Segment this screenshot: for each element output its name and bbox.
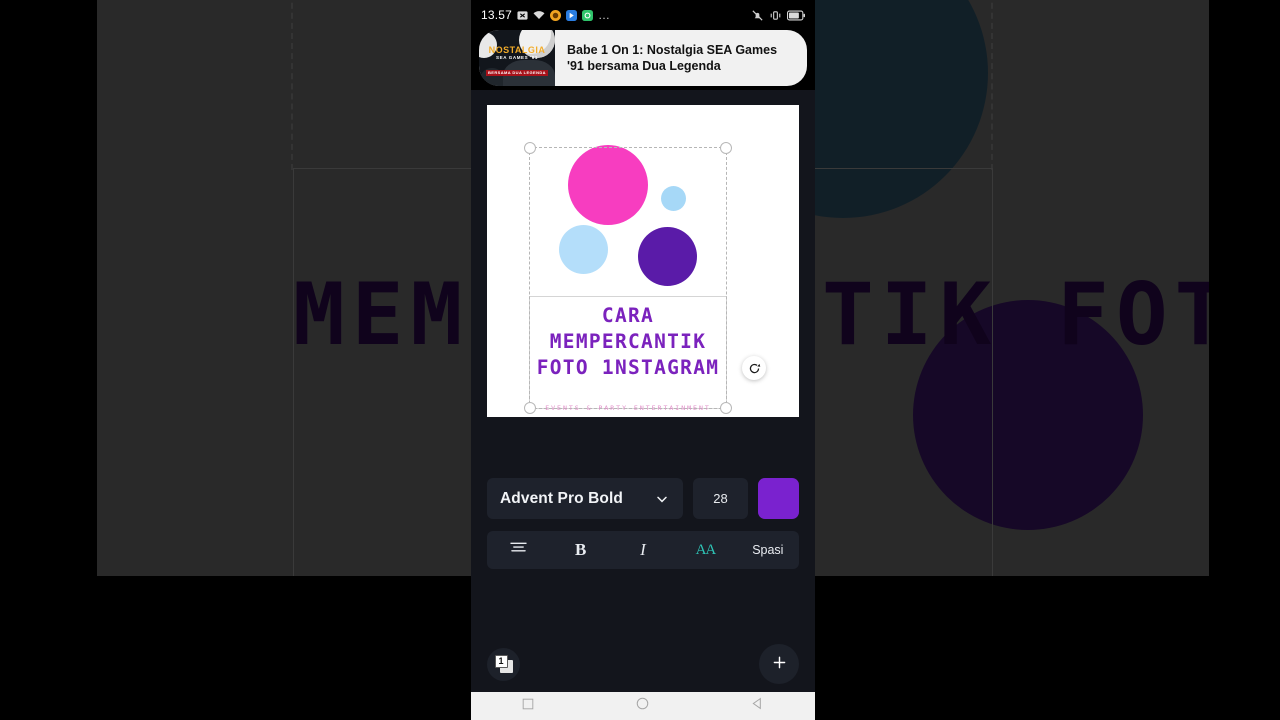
home-icon[interactable]: [635, 696, 650, 716]
notification-card[interactable]: NOSTALGIA SEA GAMES '91 BERSAMA DUA LEGE…: [479, 30, 807, 86]
align-center-button[interactable]: [487, 531, 549, 569]
selection-handle-top-right[interactable]: [720, 142, 732, 154]
back-icon[interactable]: [750, 696, 765, 716]
status-bar-right: [751, 9, 805, 22]
spacing-button[interactable]: Spasi: [737, 531, 799, 569]
phone-window: 13.57 … NOSTALGIA SEA GAMES '91 BERSAMA …: [471, 0, 815, 720]
bold-button[interactable]: B: [549, 531, 611, 569]
selection-handle-top-left[interactable]: [524, 142, 536, 154]
app-badge-green-icon: [582, 9, 594, 21]
canvas-area: CARA MEMPERCANTIK FOTO 1NSTAGRAM EVENTS …: [471, 90, 815, 420]
thumbnail-caption: NOSTALGIA SEA GAMES '91 BERSAMA DUA LEGE…: [479, 44, 555, 80]
text-toolbar: Advent Pro Bold 28 B I AA Spasi: [471, 478, 815, 569]
notification-title: Babe 1 On 1: Nostalgia SEA Games '91 ber…: [567, 42, 778, 74]
chevron-down-icon: [654, 491, 670, 507]
letter-case-button[interactable]: AA: [674, 531, 736, 569]
ringer-muted-icon: [751, 9, 764, 22]
font-family-select[interactable]: Advent Pro Bold: [487, 478, 683, 519]
status-bar-left: 13.57 …: [481, 8, 611, 22]
layers-icon: 1: [494, 655, 513, 673]
status-bar: 13.57 …: [471, 0, 815, 30]
thumbnail-line-2: SEA GAMES '91: [496, 55, 538, 60]
plus-icon: [771, 654, 788, 675]
add-button[interactable]: [759, 644, 799, 684]
thumbnail-line-1: NOSTALGIA: [488, 45, 546, 55]
notification-area: NOSTALGIA SEA GAMES '91 BERSAMA DUA LEGE…: [471, 30, 815, 90]
screen-root: MEMPERCANTIK FOTO 1NSTAGRAM EVENTS & PAR…: [0, 0, 1280, 720]
font-family-label: Advent Pro Bold: [500, 489, 623, 507]
font-size-input[interactable]: 28: [693, 478, 748, 519]
bottom-action-bar: 1: [471, 636, 815, 692]
rotate-handle-button[interactable]: [742, 356, 766, 380]
canvas-headline-text[interactable]: CARA MEMPERCANTIK FOTO 1NSTAGRAM: [529, 303, 727, 381]
font-row: Advent Pro Bold 28: [487, 478, 799, 519]
notification-thumbnail: NOSTALGIA SEA GAMES '91 BERSAMA DUA LEGE…: [479, 30, 555, 86]
text-color-swatch[interactable]: [758, 478, 799, 519]
canvas-subtitle-text[interactable]: EVENTS & PARTY ENTERTAINMENT: [529, 404, 727, 412]
thumbnail-line-3: BERSAMA DUA LEGENDA: [486, 70, 548, 76]
android-nav-bar: [471, 692, 815, 720]
font-size-value: 28: [713, 491, 728, 506]
vibrate-icon: [769, 9, 782, 22]
status-time: 13.57: [481, 8, 513, 22]
sim-x-icon: [517, 10, 528, 21]
layers-button[interactable]: 1: [487, 647, 520, 681]
format-row: B I AA Spasi: [487, 531, 799, 569]
battery-icon: [787, 10, 805, 21]
align-center-icon: [509, 540, 528, 560]
app-badge-orange-icon: [550, 9, 562, 21]
status-overflow-dots: …: [598, 8, 612, 22]
wifi-icon: [533, 10, 545, 20]
app-badge-blue-icon: [566, 9, 578, 21]
recent-apps-icon[interactable]: [521, 697, 535, 716]
italic-button[interactable]: I: [612, 531, 674, 569]
layers-count: 1: [494, 655, 508, 668]
